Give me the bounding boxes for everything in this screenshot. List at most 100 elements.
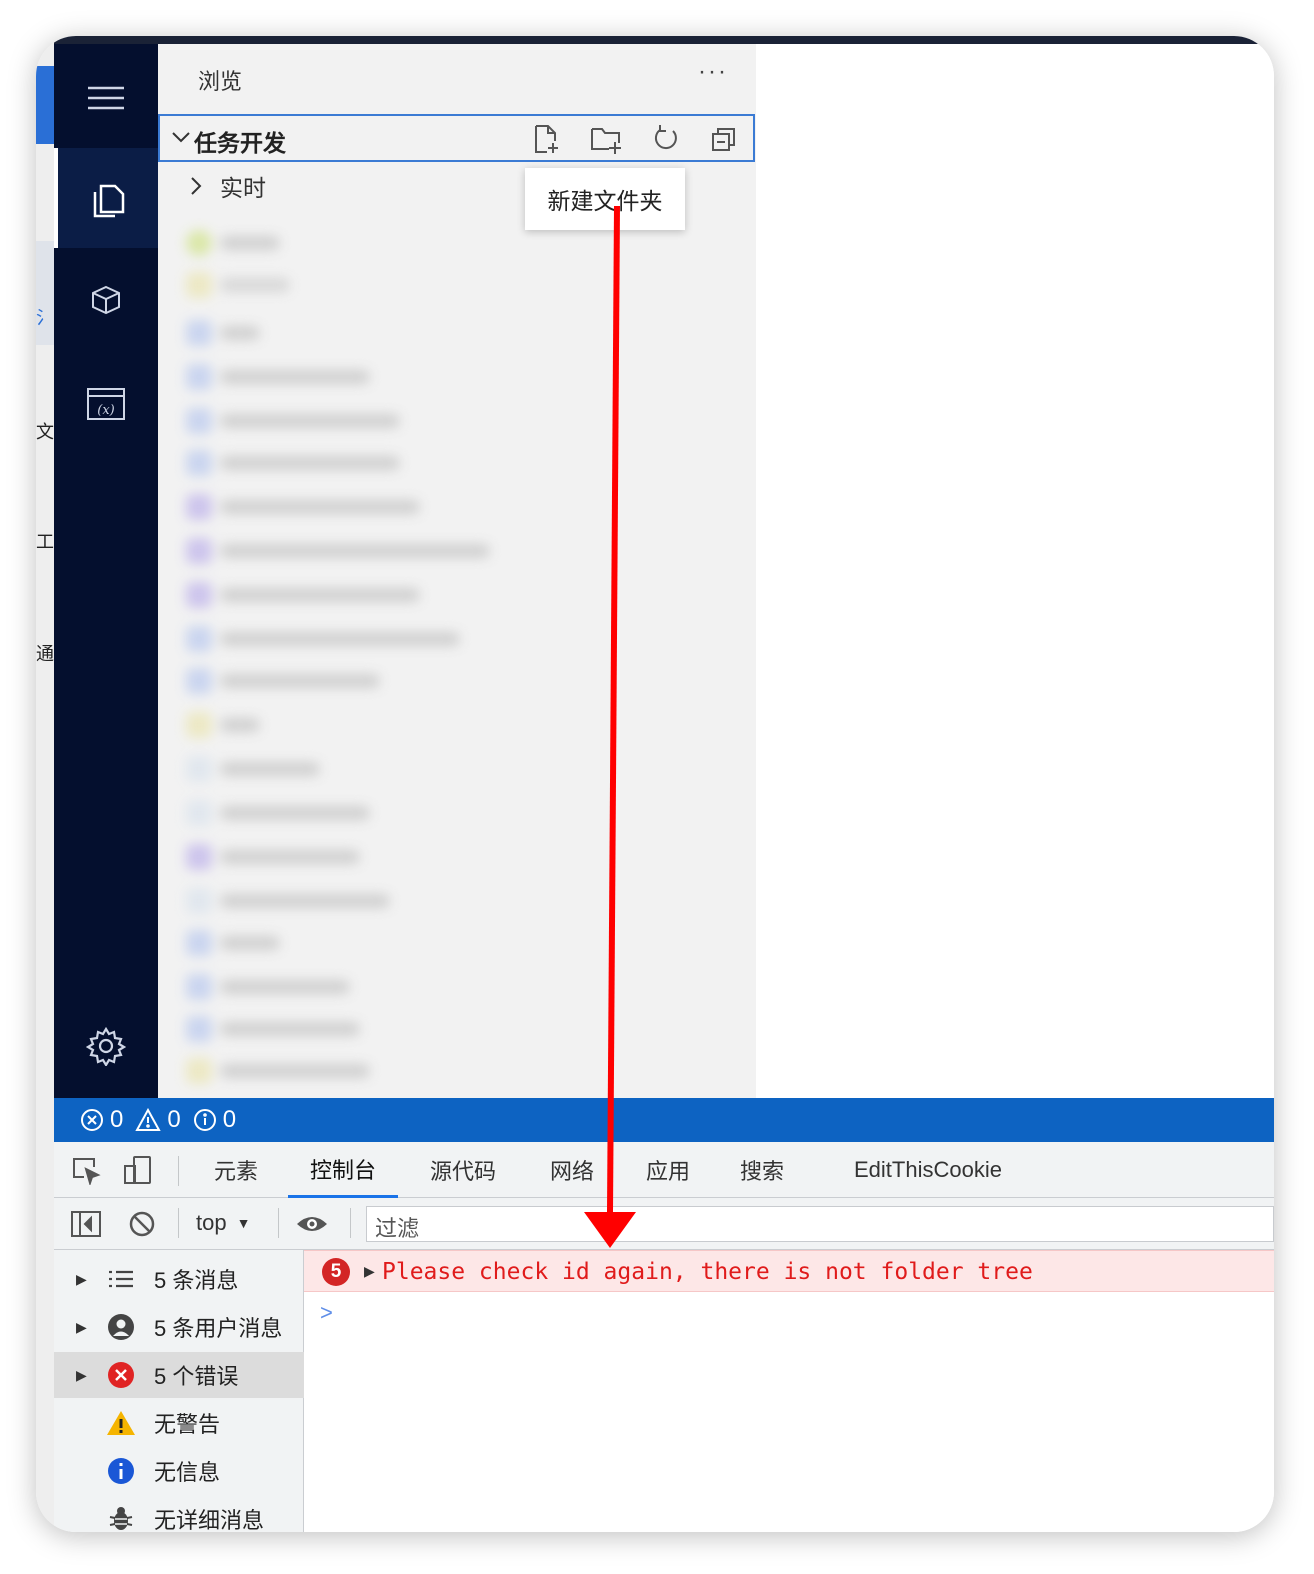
new-file-button[interactable] bbox=[528, 122, 564, 156]
cube-icon bbox=[92, 285, 120, 315]
tree-item-realtime[interactable]: 实时 bbox=[188, 169, 266, 203]
dropdown-triangle-icon: ▼ bbox=[236, 1215, 251, 1231]
activity-bar: (x) bbox=[54, 44, 158, 1098]
console-output: 5 ▶ Please check id again, there is not … bbox=[304, 1250, 1274, 1532]
collapse-all-icon bbox=[712, 128, 735, 151]
context-label: top bbox=[196, 1210, 227, 1235]
variables-button[interactable]: (x) bbox=[54, 354, 158, 454]
background-fragment: 通 bbox=[36, 644, 54, 664]
tab-search[interactable]: 搜索 bbox=[740, 1142, 784, 1198]
background-app-highlight bbox=[36, 66, 54, 144]
hamburger-icon bbox=[88, 86, 124, 110]
side-item-label: 无信息 bbox=[154, 1460, 221, 1485]
chevron-down-icon bbox=[172, 132, 190, 143]
status-errors[interactable]: 0 bbox=[80, 1106, 123, 1134]
warning-icon bbox=[106, 1408, 136, 1438]
info-icon bbox=[106, 1456, 136, 1486]
block-icon bbox=[129, 1211, 155, 1237]
files-icon bbox=[93, 184, 125, 218]
expand-triangle-icon: ▶ bbox=[76, 1270, 87, 1287]
console-prompt[interactable]: > bbox=[320, 1300, 333, 1326]
console-toolbar: top ▼ 过滤 bbox=[54, 1198, 1274, 1250]
status-error-count: 0 bbox=[110, 1106, 124, 1133]
tab-network[interactable]: 网络 bbox=[550, 1142, 594, 1198]
blurred-tree-items bbox=[180, 220, 530, 1084]
clear-console-button[interactable] bbox=[124, 1208, 160, 1240]
tab-elements[interactable]: 元素 bbox=[214, 1142, 258, 1198]
gear-icon bbox=[86, 1026, 126, 1066]
tab-editthiscookie[interactable]: EditThisCookie bbox=[854, 1142, 1002, 1198]
status-warning-count: 0 bbox=[167, 1106, 181, 1133]
refresh-button[interactable] bbox=[648, 122, 684, 156]
expand-triangle-icon[interactable]: ▶ bbox=[364, 1263, 375, 1280]
variable-icon: (x) bbox=[87, 388, 125, 420]
status-warnings[interactable]: 0 bbox=[135, 1106, 181, 1134]
console-sidebar: ▶ 5 条消息 ▶ 5 条用户消息 ▶ 5 个错误 无警告 无信息 无详细消息 bbox=[54, 1250, 304, 1532]
device-toolbar-button[interactable] bbox=[120, 1154, 156, 1186]
settings-button[interactable] bbox=[54, 996, 158, 1096]
side-item-info[interactable]: 无信息 bbox=[54, 1448, 304, 1494]
warning-triangle-icon bbox=[135, 1108, 162, 1131]
section-title: 任务开发 bbox=[194, 130, 286, 156]
inspect-element-button[interactable] bbox=[68, 1154, 104, 1186]
refresh-icon bbox=[654, 125, 677, 150]
background-fragment: 文 bbox=[36, 422, 54, 442]
error-message-text: Please check id again, there is not fold… bbox=[382, 1259, 1033, 1285]
section-header-task-dev[interactable]: 任务开发 bbox=[158, 114, 755, 162]
more-actions-button[interactable]: ··· bbox=[698, 58, 728, 86]
top-edge-bar bbox=[54, 36, 1274, 44]
error-circle-icon bbox=[81, 1109, 103, 1131]
background-app-strip: 氵 文 工 通 bbox=[36, 36, 54, 1532]
side-item-label: 5 条消息 bbox=[154, 1268, 239, 1293]
list-icon bbox=[106, 1264, 136, 1294]
device-icon bbox=[124, 1156, 151, 1184]
error-icon bbox=[106, 1360, 136, 1390]
bug-icon bbox=[106, 1504, 136, 1532]
eye-icon bbox=[297, 1217, 327, 1231]
side-item-verbose[interactable]: 无详细消息 bbox=[54, 1496, 304, 1532]
tab-console[interactable]: 控制台 bbox=[288, 1142, 399, 1198]
svg-text:(x): (x) bbox=[97, 403, 114, 418]
tab-application[interactable]: 应用 bbox=[646, 1142, 690, 1198]
expand-triangle-icon: ▶ bbox=[76, 1366, 87, 1383]
devtools-tab-bar: 元素 控制台 源代码 网络 应用 搜索 EditThisCookie bbox=[54, 1142, 1274, 1198]
background-fragment: 工 bbox=[36, 532, 54, 552]
filter-input[interactable]: 过滤 bbox=[366, 1206, 1274, 1242]
side-item-label: 无详细消息 bbox=[154, 1508, 265, 1532]
side-item-label: 5 个错误 bbox=[154, 1364, 239, 1389]
live-expression-button[interactable] bbox=[294, 1208, 330, 1240]
cursor-select-icon bbox=[73, 1158, 101, 1185]
context-selector[interactable]: top ▼ bbox=[196, 1210, 250, 1236]
menu-button[interactable] bbox=[54, 48, 158, 148]
error-count-badge: 5 bbox=[322, 1258, 350, 1286]
components-button[interactable] bbox=[54, 250, 158, 350]
tree-item-label: 实时 bbox=[220, 175, 266, 201]
chevron-right-icon bbox=[191, 177, 202, 195]
status-infos[interactable]: 0 bbox=[193, 1106, 236, 1134]
expand-triangle-icon: ▶ bbox=[76, 1318, 87, 1335]
background-fragment: 氵 bbox=[36, 308, 54, 328]
window-frame: 氵 文 工 通 (x) 浏览 ··· 任务开发 实时 0 0 0 元素 控制台 … bbox=[36, 36, 1274, 1532]
side-item-warnings[interactable]: 无警告 bbox=[54, 1400, 304, 1446]
sidebar-title: 浏览 bbox=[198, 69, 243, 94]
explorer-button[interactable] bbox=[54, 148, 158, 248]
new-file-icon bbox=[535, 125, 558, 153]
side-item-label: 无警告 bbox=[154, 1412, 221, 1437]
side-item-label: 5 条用户消息 bbox=[154, 1316, 283, 1341]
new-folder-tooltip: 新建文件夹 bbox=[525, 168, 685, 230]
collapse-all-button[interactable] bbox=[706, 122, 742, 156]
editor-area bbox=[756, 44, 1274, 1098]
new-folder-button[interactable] bbox=[588, 122, 624, 156]
new-folder-icon bbox=[591, 128, 621, 154]
side-item-errors[interactable]: ▶ 5 个错误 bbox=[54, 1352, 304, 1398]
info-circle-icon bbox=[193, 1109, 216, 1131]
sidebar-toggle-icon bbox=[71, 1211, 101, 1237]
user-icon bbox=[106, 1312, 136, 1342]
side-item-messages[interactable]: ▶ 5 条消息 bbox=[54, 1256, 304, 1302]
tab-sources[interactable]: 源代码 bbox=[430, 1142, 496, 1198]
console-error-message[interactable]: 5 ▶ Please check id again, there is not … bbox=[304, 1250, 1274, 1292]
status-bar: 0 0 0 bbox=[54, 1098, 1274, 1142]
status-info-count: 0 bbox=[222, 1106, 237, 1133]
toggle-sidebar-button[interactable] bbox=[68, 1208, 104, 1240]
side-item-user-messages[interactable]: ▶ 5 条用户消息 bbox=[54, 1304, 304, 1350]
